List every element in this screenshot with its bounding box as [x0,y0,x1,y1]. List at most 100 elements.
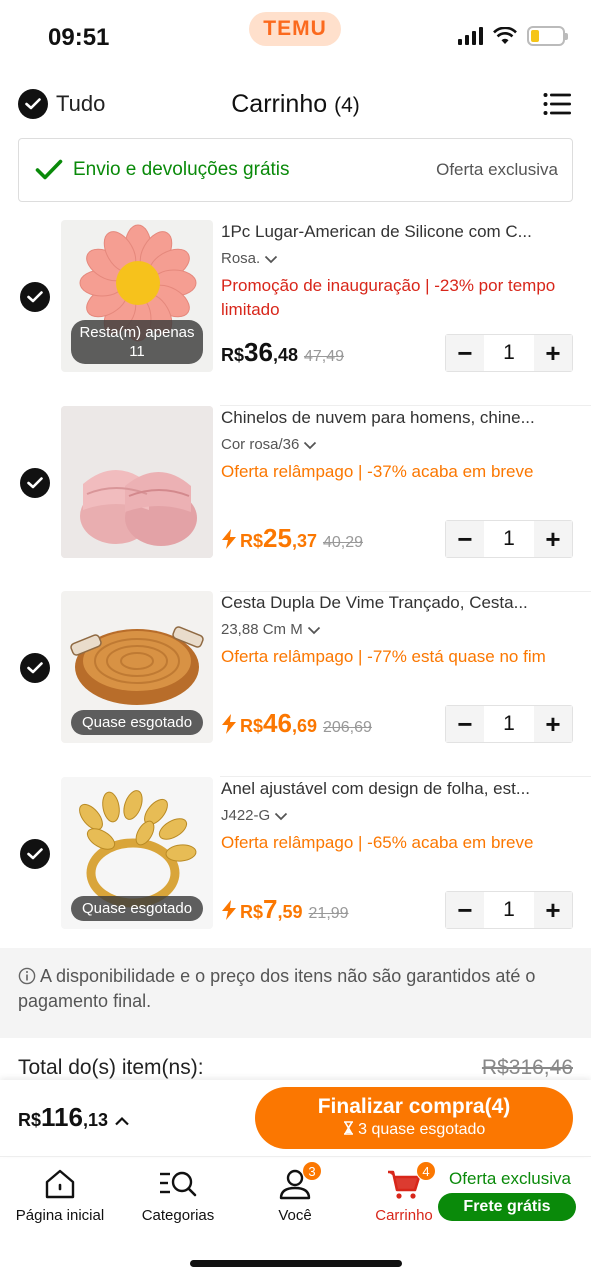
item-select-check-icon[interactable] [20,468,50,498]
status-icons [458,26,568,46]
checkout-bar: R$ 116 ,13 Finalizar compra(4) 3 quase e… [0,1080,591,1156]
checkout-button-label: Finalizar compra(4) [317,1095,511,1118]
checkout-button[interactable]: Finalizar compra(4) 3 quase esgotado [255,1087,573,1149]
quantity-value[interactable]: 1 [484,706,534,742]
promo-nav-title: Oferta exclusiva [449,1169,571,1188]
total-currency: R$ [18,1110,42,1130]
quantity-value[interactable]: 1 [484,335,534,371]
quantity-stepper[interactable]: − 1 + [445,520,573,558]
product-name[interactable]: Chinelos de nuvem para homens, chine... [221,406,573,430]
quantity-stepper[interactable]: − 1 + [445,705,573,743]
decrease-button[interactable]: − [446,335,484,371]
green-check-icon [35,159,63,180]
item-select-check-icon[interactable] [20,282,50,312]
decrease-button[interactable]: − [446,892,484,928]
product-name[interactable]: Cesta Dupla De Vime Trançado, Cesta... [221,591,573,615]
home-indicator[interactable] [190,1260,402,1267]
lightning-bolt-icon [222,528,236,549]
decrease-button[interactable]: − [446,706,484,742]
lightning-bolt-icon [222,713,236,734]
stock-badge: Resta(m) apenas 11 [71,320,203,364]
increase-button[interactable]: + [534,892,572,928]
price-decimal: ,37 [291,531,317,551]
nav-cart[interactable]: 4 Carrinho [368,1161,440,1224]
product-image-cloud-slippers[interactable] [61,406,213,558]
price-currency: R$ [221,345,245,365]
nav-you-label: Você [278,1207,312,1224]
chevron-down-icon [307,626,320,634]
availability-notice: A disponibilidade e o preço dos itens nã… [0,948,591,1038]
increase-button[interactable]: + [534,521,572,557]
increase-button[interactable]: + [534,335,572,371]
price-decimal: ,48 [272,345,298,365]
variant-selector[interactable]: Rosa. [221,248,573,270]
variant-selector[interactable]: J422-G [221,805,573,827]
total-decimal: ,13 [82,1110,108,1130]
variant-label: Cor rosa/36 [221,436,300,453]
variant-selector[interactable]: 23,88 Cm M [221,619,573,641]
nav-you[interactable]: 3 Você [262,1161,328,1224]
free-shipping-text: Envio e devoluções grátis [73,159,290,180]
nav-cart-badge: 4 [416,1161,436,1181]
original-price: 47,49 [303,348,345,365]
variant-label: J422-G [221,807,271,824]
stock-badge: Quase esgotado [71,896,203,921]
free-shipping-pill[interactable]: Frete grátis [438,1193,576,1221]
nav-home[interactable]: Página inicial [10,1167,110,1224]
page-title-text: Carrinho [231,90,328,118]
product-image-leaf-ring[interactable]: Quase esgotado [61,777,213,929]
price-currency: R$ [240,531,264,551]
total-price[interactable]: R$ 116 ,13 [18,1102,130,1133]
price-currency: R$ [240,716,264,736]
notice-text: A disponibilidade e o preço dos itens nã… [18,966,536,1011]
product-name[interactable]: 1Pc Lugar-American de Silicone com C... [221,220,573,244]
promo-text: Oferta relâmpago | -37% acaba em breve [221,462,534,481]
product-name[interactable]: Anel ajustável com design de folha, est.… [221,777,573,801]
free-shipping-promo[interactable]: Oferta exclusiva Frete grátis [438,1169,580,1221]
home-icon [45,1169,75,1199]
items-total-label: Total do(s) item(ns): [18,1056,204,1079]
nav-home-label: Página inicial [15,1207,105,1224]
cart-count: (4) [334,94,360,117]
quantity-value[interactable]: 1 [484,521,534,557]
temu-app-pill[interactable]: TEMU [249,12,341,46]
nav-categories-label: Categorias [141,1207,215,1224]
items-total-row: Total do(s) item(ns): R$316,46 [18,1056,573,1082]
price-currency: R$ [240,902,264,922]
list-menu-icon[interactable] [543,92,571,116]
price-decimal: ,69 [291,716,317,736]
variant-label: Rosa. [221,250,261,267]
free-shipping-banner[interactable]: Envio e devoluções grátis Oferta exclusi… [18,138,573,202]
quantity-stepper[interactable]: − 1 + [445,891,573,929]
info-icon [18,967,36,985]
original-price: 40,29 [322,534,364,551]
promo-text: Oferta relâmpago | -77% está quase no fi… [221,647,546,666]
item-select-check-icon[interactable] [20,653,50,683]
status-bar: 09:51 TEMU [0,0,591,70]
quantity-value[interactable]: 1 [484,892,534,928]
cart-item[interactable]: Quase esgotado Cesta Dupla De Vime Tranç… [0,591,591,777]
promo-text: Promoção de inauguração | -23% por tempo… [221,276,556,319]
increase-button[interactable]: + [534,706,572,742]
variant-selector[interactable]: Cor rosa/36 [221,434,573,456]
price: R$ 36 ,48 47,49 [221,337,344,368]
decrease-button[interactable]: − [446,521,484,557]
variant-label: 23,88 Cm M [221,621,303,638]
price-integer: 7 [263,894,278,924]
price-integer: 36 [244,337,273,367]
cart-item[interactable]: Resta(m) apenas 11 1Pc Lugar-American de… [0,220,591,406]
cart-item[interactable]: Quase esgotado Anel ajustável com design… [0,777,591,963]
chevron-up-icon[interactable] [114,1116,130,1126]
total-integer: 116 [41,1102,83,1132]
price-integer: 25 [263,523,292,553]
exclusive-offer-text: Oferta exclusiva [436,160,558,179]
chevron-down-icon [304,441,317,449]
cart-item[interactable]: Chinelos de nuvem para homens, chine... … [0,406,591,592]
status-time: 09:51 [48,24,110,51]
item-select-check-icon[interactable] [20,839,50,869]
chevron-down-icon [265,255,278,263]
quantity-stepper[interactable]: − 1 + [445,334,573,372]
product-image-wicker-basket[interactable]: Quase esgotado [61,591,213,743]
product-image-flower-placemat[interactable]: Resta(m) apenas 11 [61,220,213,372]
nav-categories[interactable]: Categorias [130,1167,226,1224]
